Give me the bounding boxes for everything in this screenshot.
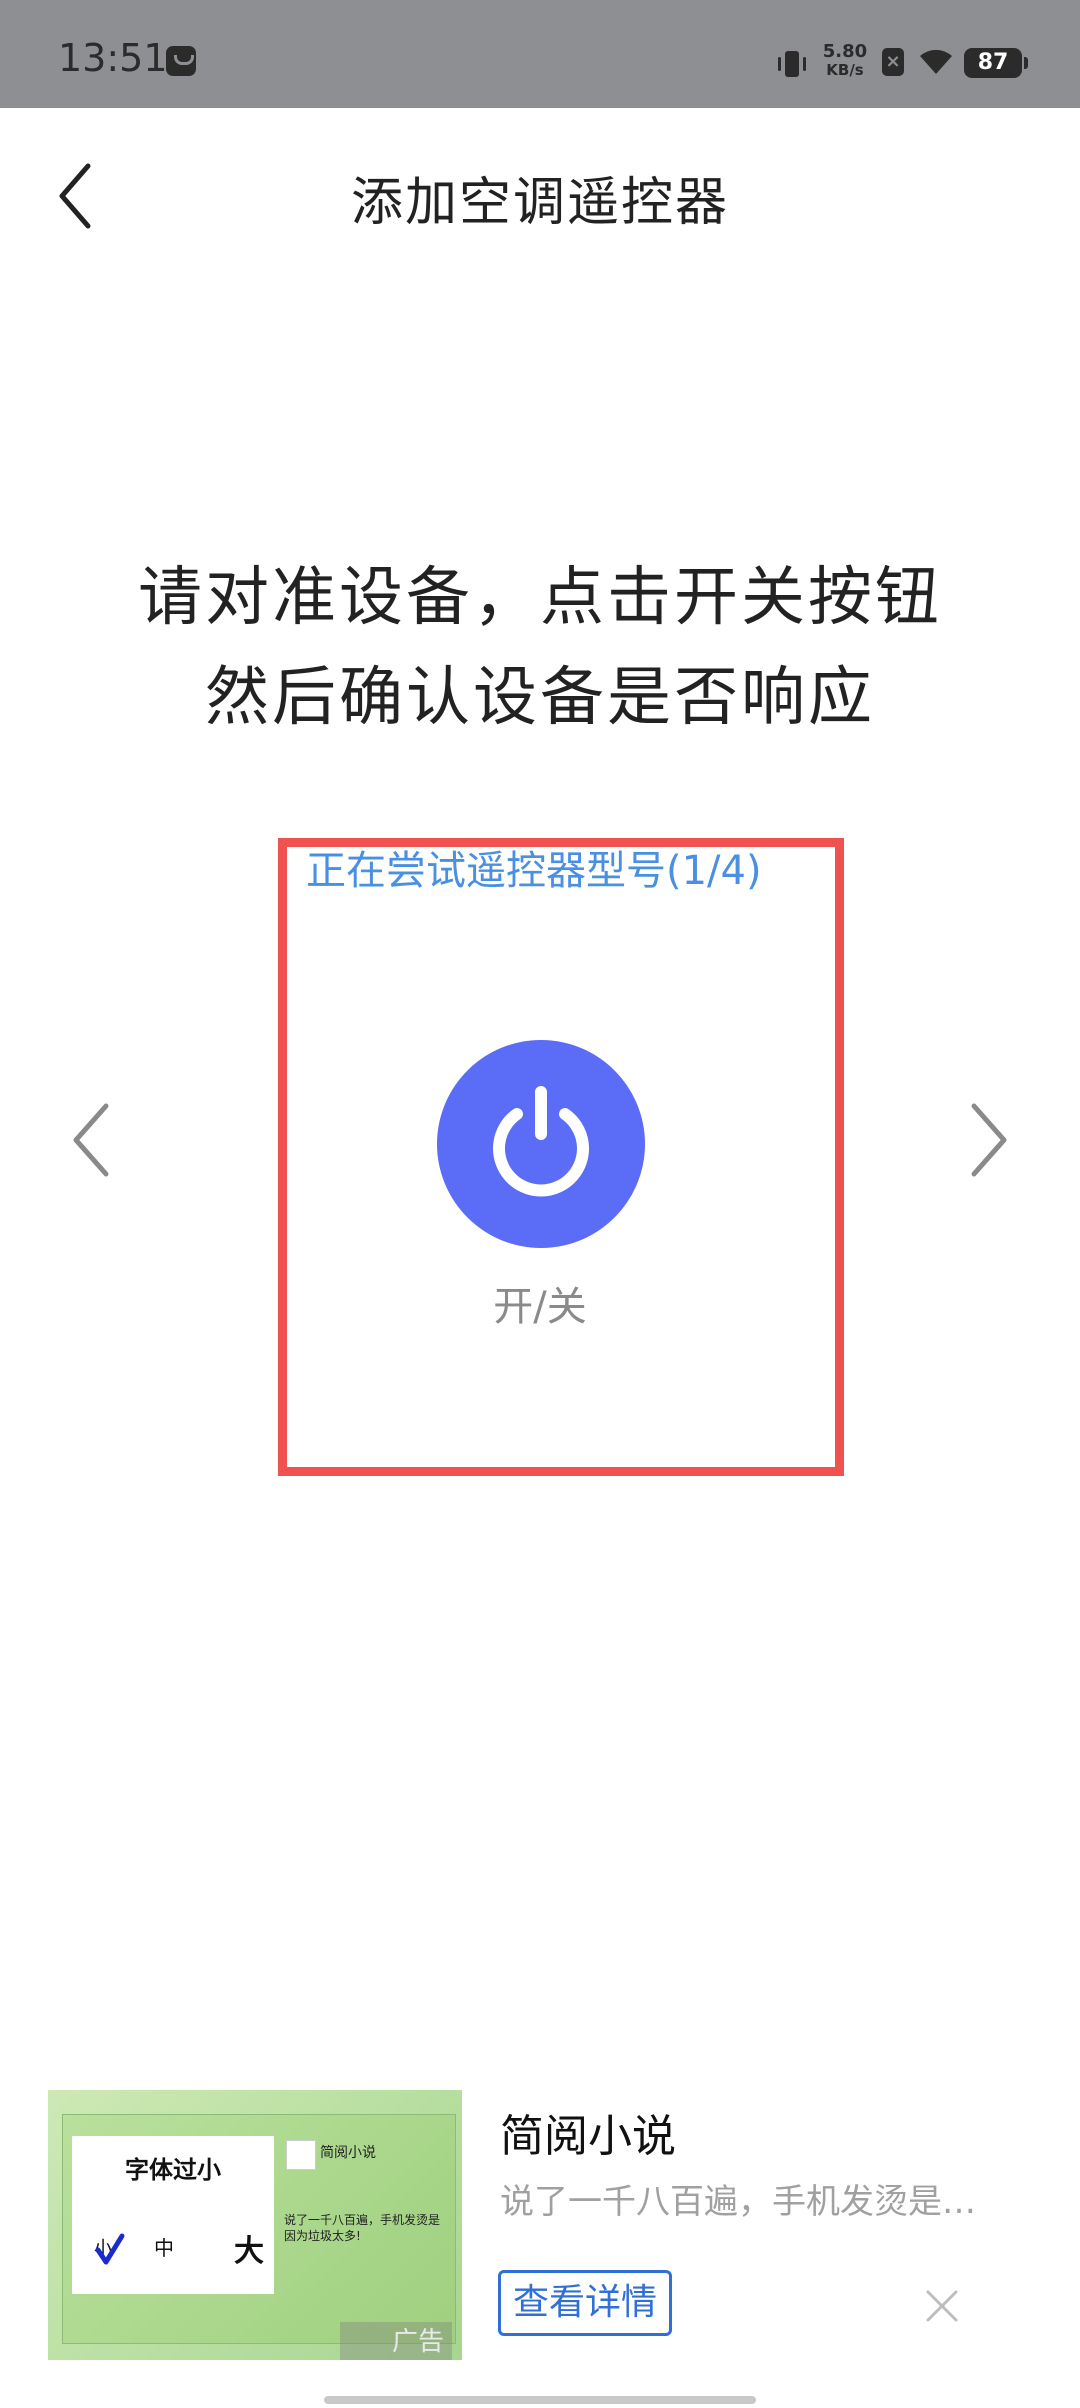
battery-level: 87 bbox=[977, 50, 1009, 75]
close-icon[interactable] bbox=[922, 2286, 962, 2326]
check-icon bbox=[95, 2233, 125, 2265]
page-title: 添加空调遥控器 bbox=[350, 173, 729, 233]
network-speed-value: 5.80 bbox=[822, 41, 868, 62]
ad-brand-name: 简阅小说 bbox=[320, 2145, 376, 2161]
power-label: 开/关 bbox=[493, 1284, 587, 1330]
ad-description: 说了一千八百遍，手机发烫是… bbox=[500, 2182, 976, 2222]
ad-image-card: 字体过小 小 中 大 bbox=[72, 2136, 274, 2294]
instruction-line-1: 请对准设备，点击开关按钮 bbox=[138, 561, 942, 635]
ad-details-button[interactable]: 查看详情 bbox=[498, 2270, 673, 2336]
ad-banner: 字体过小 小 中 大 简阅小说 说了一千八百遍，手机发烫是因为垃圾太多! 广告 … bbox=[0, 2080, 1080, 2380]
trying-model-label: 正在尝试遥控器型号(1/4) bbox=[306, 848, 762, 894]
ad-title[interactable]: 简阅小说 bbox=[500, 2100, 676, 2164]
ad-size-mid: 中 bbox=[154, 2236, 174, 2260]
power-button[interactable] bbox=[437, 1040, 645, 1248]
previous-model-arrow[interactable] bbox=[68, 1100, 118, 1180]
ad-image-caption: 说了一千八百遍，手机发烫是因为垃圾太多! bbox=[284, 2213, 441, 2243]
ad-image-card-title: 字体过小 bbox=[125, 2156, 221, 2184]
battery-icon: 87 bbox=[964, 48, 1028, 78]
power-icon bbox=[493, 1086, 589, 1197]
next-model-arrow[interactable] bbox=[962, 1100, 1012, 1180]
ad-tag: 广告 bbox=[340, 2322, 452, 2360]
top-bar: 添加空调遥控器 bbox=[0, 108, 1080, 278]
notification-icon bbox=[166, 46, 196, 76]
ad-size-big: 大 bbox=[234, 2234, 264, 2269]
ad-image[interactable]: 字体过小 小 中 大 简阅小说 说了一千八百遍，手机发烫是因为垃圾太多! 广告 bbox=[48, 2090, 462, 2360]
instruction-text: 请对准设备，点击开关按钮 然后确认设备是否响应 bbox=[0, 548, 1080, 748]
home-indicator[interactable] bbox=[324, 2396, 756, 2404]
wifi-icon bbox=[920, 49, 952, 74]
network-speed: 5.80 KB/s bbox=[820, 42, 870, 80]
ad-brand-icon bbox=[286, 2140, 316, 2170]
status-time: 13:51 bbox=[58, 36, 168, 80]
network-speed-unit: KB/s bbox=[826, 61, 864, 79]
instruction-line-2: 然后确认设备是否响应 bbox=[205, 661, 875, 735]
vibrate-icon bbox=[778, 51, 806, 77]
status-bar: 13:51 5.80 KB/s × 87 bbox=[0, 0, 1080, 108]
no-sim-icon: × bbox=[882, 48, 904, 76]
